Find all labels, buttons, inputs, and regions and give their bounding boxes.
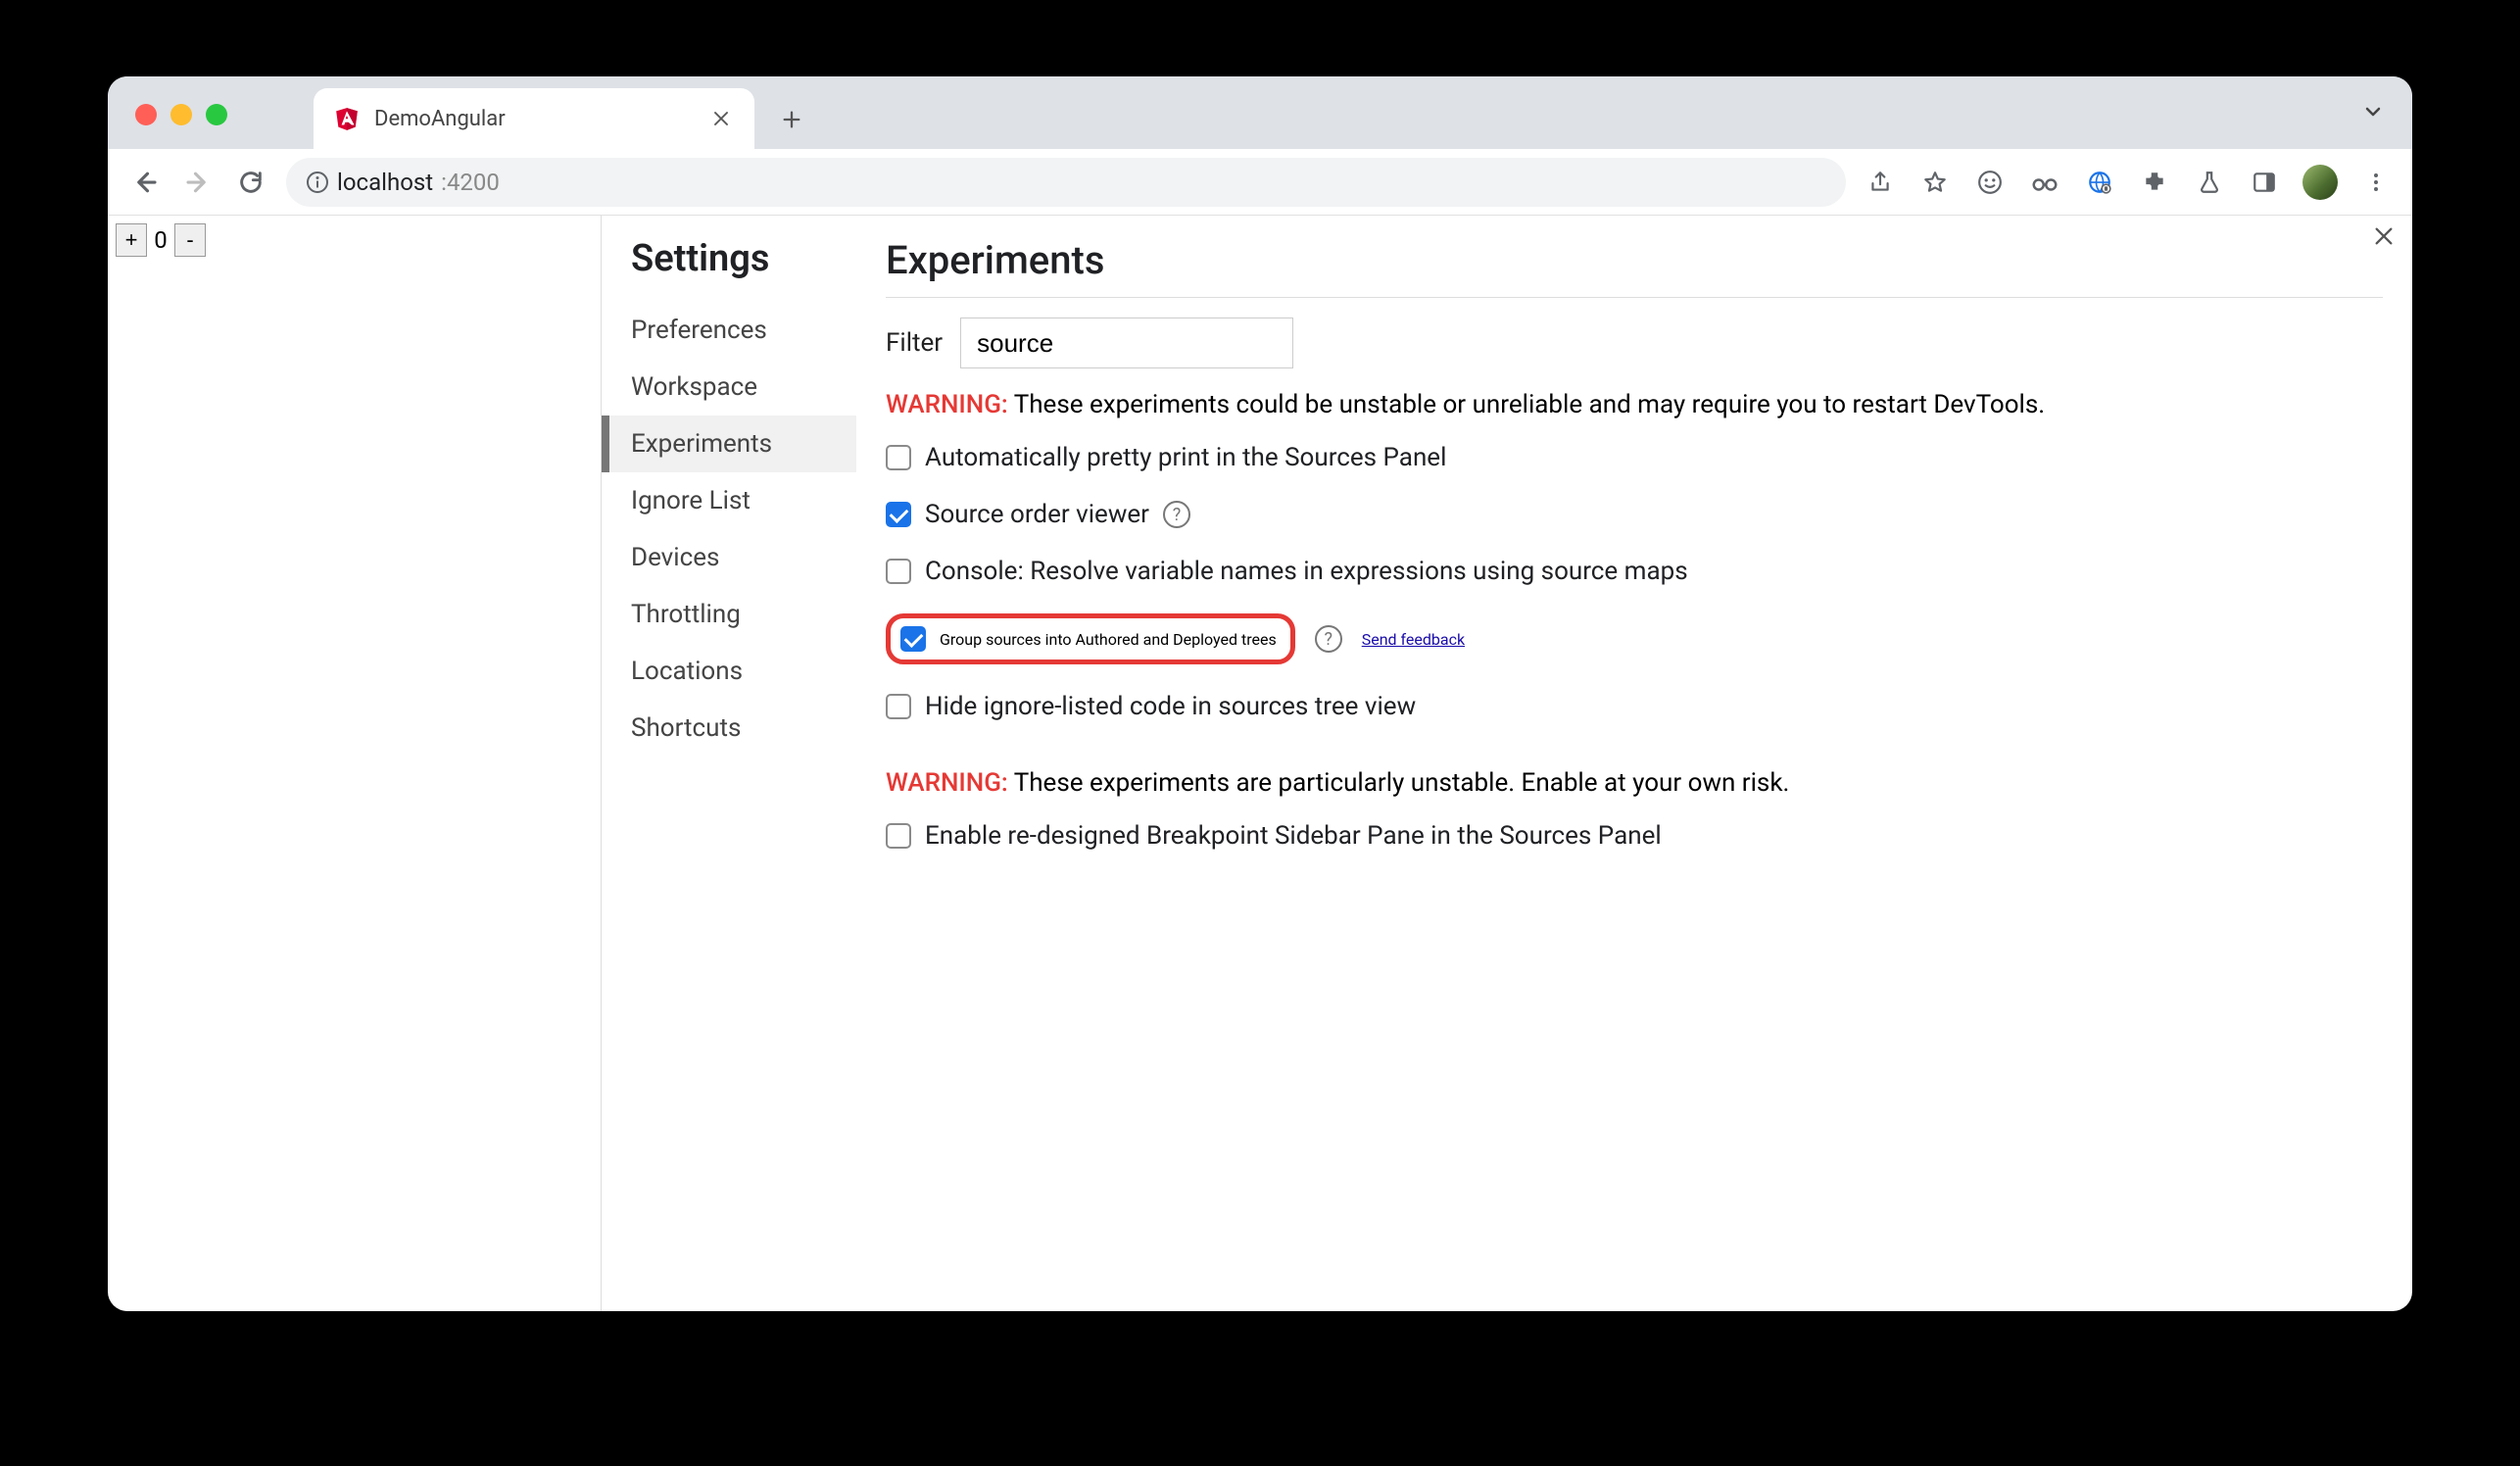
browser-toolbar: localhost :4200 xyxy=(108,149,2412,216)
experiment-pretty-print: Automatically pretty print in the Source… xyxy=(886,443,2383,472)
experiment-group-sources-row: Group sources into Authored and Deployed… xyxy=(886,613,2383,664)
incognito-glasses-icon[interactable] xyxy=(2028,166,2061,199)
experiment-label: Hide ignore-listed code in sources tree … xyxy=(925,692,1416,721)
experiments-warning: WARNING: These experiments could be unst… xyxy=(886,390,2383,419)
content-area: + 0 - Settings Preferences Workspace Exp… xyxy=(108,216,2412,1311)
experiment-label: Enable re-designed Breakpoint Sidebar Pa… xyxy=(925,821,1662,851)
angular-icon xyxy=(333,105,361,132)
forward-button[interactable] xyxy=(180,165,216,200)
back-button[interactable] xyxy=(127,165,163,200)
nav-devices[interactable]: Devices xyxy=(602,529,856,586)
unstable-warning: WARNING: These experiments are particula… xyxy=(886,768,2383,798)
warning-label: WARNING: xyxy=(886,768,1008,798)
address-bar[interactable]: localhost :4200 xyxy=(286,158,1846,207)
settings-title: Settings xyxy=(602,237,856,280)
experiment-label: Automatically pretty print in the Source… xyxy=(925,443,1446,472)
nav-ignore-list[interactable]: Ignore List xyxy=(602,472,856,529)
checkbox-source-order[interactable] xyxy=(886,502,911,527)
help-icon[interactable]: ? xyxy=(1163,501,1190,528)
checkbox-hide-ignore[interactable] xyxy=(886,694,911,719)
extension-globe-icon[interactable] xyxy=(2083,166,2116,199)
experiment-resolve-variables: Console: Resolve variable names in expre… xyxy=(886,557,2383,586)
checkbox-pretty-print[interactable] xyxy=(886,445,911,470)
bookmark-star-icon[interactable] xyxy=(1918,166,1952,199)
filter-row: Filter xyxy=(886,318,2383,368)
labs-flask-icon[interactable] xyxy=(2193,166,2226,199)
close-tab-icon[interactable] xyxy=(707,105,735,132)
checkbox-group-sources[interactable] xyxy=(900,626,926,652)
nav-throttling[interactable]: Throttling xyxy=(602,586,856,643)
maximize-window-button[interactable] xyxy=(206,104,227,125)
window-controls xyxy=(135,104,227,125)
increment-button[interactable]: + xyxy=(116,223,147,257)
settings-sidebar: Settings Preferences Workspace Experimen… xyxy=(602,216,856,1311)
nav-preferences[interactable]: Preferences xyxy=(602,302,856,359)
share-icon[interactable] xyxy=(1864,166,1897,199)
experiment-hide-ignore-listed: Hide ignore-listed code in sources tree … xyxy=(886,692,2383,721)
filter-label: Filter xyxy=(886,328,943,358)
site-info-icon[interactable] xyxy=(306,171,329,194)
chrome-menu-icon[interactable] xyxy=(2359,166,2393,199)
nav-experiments[interactable]: Experiments xyxy=(602,415,856,472)
warning-text: These experiments are particularly unsta… xyxy=(1008,768,1790,798)
counter-widget: + 0 - xyxy=(116,223,593,257)
experiment-label: Group sources into Authored and Deployed… xyxy=(940,630,1277,649)
checkbox-breakpoint-sidebar[interactable] xyxy=(886,823,911,849)
warning-label: WARNING: xyxy=(886,390,1008,419)
experiment-breakpoint-sidebar: Enable re-designed Breakpoint Sidebar Pa… xyxy=(886,821,2383,851)
settings-main: Experiments Filter WARNING: These experi… xyxy=(856,216,2412,1311)
filter-input[interactable] xyxy=(960,318,1293,368)
experiment-label: Console: Resolve variable names in expre… xyxy=(925,557,1688,586)
decrement-button[interactable]: - xyxy=(174,223,206,257)
url-port: :4200 xyxy=(441,169,500,196)
extension-face-icon[interactable] xyxy=(1973,166,2007,199)
send-feedback-link[interactable]: Send feedback xyxy=(1362,630,1465,649)
warning-text: These experiments could be unstable or u… xyxy=(1008,390,2045,419)
browser-window: DemoAngular localhost :4200 xyxy=(108,76,2412,1311)
extensions-puzzle-icon[interactable] xyxy=(2138,166,2171,199)
nav-shortcuts[interactable]: Shortcuts xyxy=(602,700,856,757)
experiments-title: Experiments xyxy=(886,237,2383,283)
experiment-source-order-viewer: Source order viewer ? xyxy=(886,500,2383,529)
checkbox-resolve-vars[interactable] xyxy=(886,559,911,584)
minimize-window-button[interactable] xyxy=(170,104,192,125)
tab-title: DemoAngular xyxy=(374,107,694,131)
experiment-label: Source order viewer xyxy=(925,500,1149,529)
settings-container: Settings Preferences Workspace Experimen… xyxy=(602,216,2412,1311)
toolbar-actions xyxy=(1864,165,2393,200)
reload-button[interactable] xyxy=(233,165,268,200)
tab-list-chevron-icon[interactable] xyxy=(2361,100,2385,123)
settings-nav: Preferences Workspace Experiments Ignore… xyxy=(602,302,856,757)
side-panel-icon[interactable] xyxy=(2248,166,2281,199)
counter-value: 0 xyxy=(151,226,170,254)
new-tab-button[interactable] xyxy=(774,102,809,137)
divider xyxy=(886,297,2383,298)
page-content: + 0 - xyxy=(108,216,602,1311)
browser-tab[interactable]: DemoAngular xyxy=(314,88,754,149)
devtools-panel: Settings Preferences Workspace Experimen… xyxy=(602,216,2412,1311)
url-host: localhost xyxy=(337,169,433,196)
tab-strip: DemoAngular xyxy=(108,76,2412,149)
close-settings-icon[interactable] xyxy=(2373,225,2395,247)
nav-workspace[interactable]: Workspace xyxy=(602,359,856,415)
highlighted-experiment: Group sources into Authored and Deployed… xyxy=(886,613,1295,664)
help-icon[interactable]: ? xyxy=(1315,625,1342,653)
profile-avatar[interactable] xyxy=(2302,165,2338,200)
nav-locations[interactable]: Locations xyxy=(602,643,856,700)
close-window-button[interactable] xyxy=(135,104,157,125)
